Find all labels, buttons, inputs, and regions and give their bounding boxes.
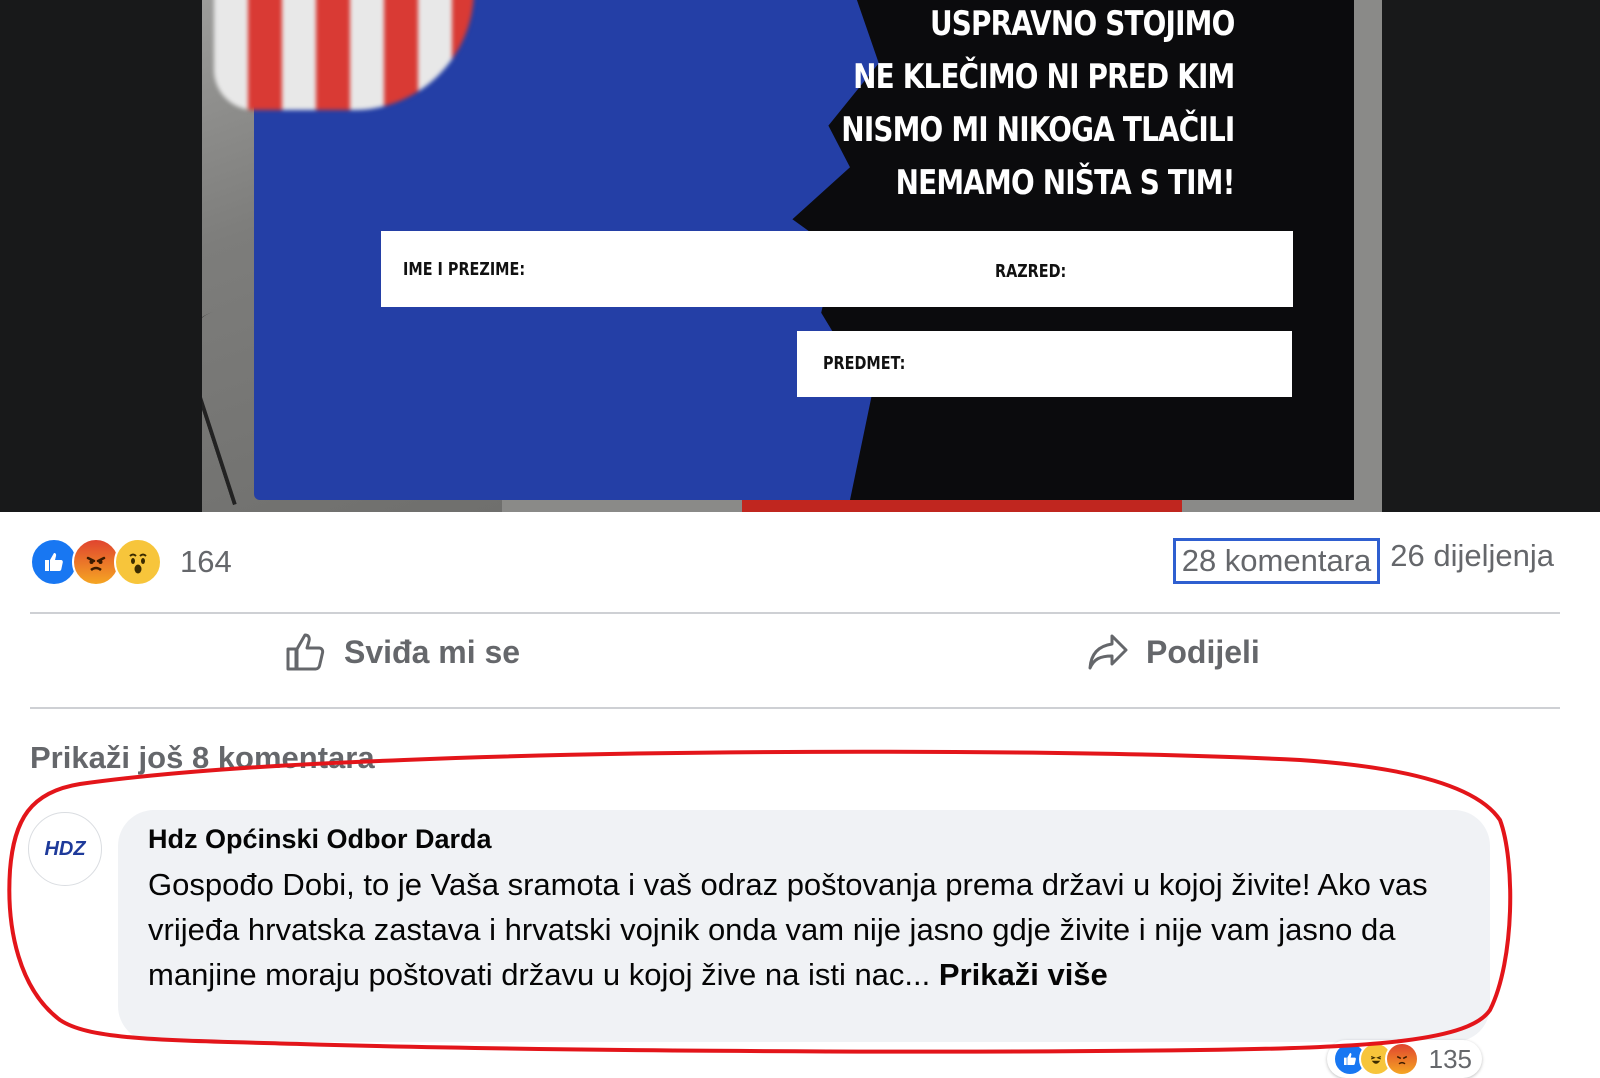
post-photo[interactable]: USPRAVNO STOJIMO NE KLEČIMO NI PRED KIM …	[202, 0, 1382, 512]
reaction-count[interactable]: 164	[180, 544, 232, 580]
comments-count-link[interactable]: 28 komentara	[1172, 538, 1381, 584]
notebook-cover: USPRAVNO STOJIMO NE KLEČIMO NI PRED KIM …	[214, 0, 1354, 500]
share-arrow-icon	[1088, 634, 1128, 670]
shares-count-link[interactable]: 26 dijeljenja	[1390, 538, 1554, 584]
name-class-field: IME I PREZIME: RAZRED:	[381, 231, 1293, 307]
comment-reactions[interactable]: 135	[1326, 1040, 1482, 1078]
divider	[30, 612, 1560, 614]
comment-body: Gospođo Dobi, to je Vaša sramota i vaš o…	[148, 867, 1428, 992]
slogan-line: NISMO MI NIKOGA TLAČILI	[840, 110, 1235, 150]
share-button[interactable]: Podijeli	[1086, 630, 1260, 674]
divider	[30, 707, 1560, 709]
field-name-label: IME I PREZIME:	[403, 259, 526, 280]
slogan-line: USPRAVNO STOJIMO	[929, 4, 1234, 44]
post-meta: 28 komentara 26 dijeljenja	[1172, 538, 1554, 584]
see-more-link[interactable]: Prikaži više	[939, 957, 1108, 992]
avatar-logo-text: HDZ	[44, 837, 86, 860]
view-more-comments-link[interactable]: Prikaži još 8 komentara	[30, 740, 375, 776]
field-class-label: RAZRED:	[995, 261, 1067, 282]
slogan-line: NEMAMO NIŠTA S TIM!	[895, 163, 1235, 203]
comment-author[interactable]: Hdz Općinski Odbor Darda	[148, 824, 492, 855]
like-label: Sviđa mi se	[344, 633, 521, 670]
like-button[interactable]: Sviđa mi se	[284, 630, 520, 674]
thumbs-up-icon	[286, 633, 325, 671]
slogan-line: NE KLEČIMO NI PRED KIM	[852, 57, 1235, 97]
comment-text: Gospođo Dobi, to je Vaša sramota i vaš o…	[148, 862, 1478, 997]
angry-icon	[72, 538, 120, 586]
wow-icon	[114, 538, 162, 586]
angry-icon	[1384, 1042, 1419, 1076]
like-icon	[30, 538, 78, 586]
comment-reaction-count: 135	[1428, 1043, 1472, 1074]
notebook-slogan: USPRAVNO STOJIMO NE KLEČIMO NI PRED KIM …	[755, 0, 1235, 210]
commenter-avatar[interactable]: HDZ	[28, 812, 102, 886]
comment-bubble: Hdz Općinski Odbor Darda Gospođo Dobi, t…	[118, 810, 1490, 1042]
field-subject-label: PREDMET:	[823, 353, 906, 374]
share-label: Podijeli	[1146, 633, 1260, 670]
subject-field: PREDMET:	[797, 331, 1292, 397]
croatian-flag-graphic	[214, 0, 474, 110]
